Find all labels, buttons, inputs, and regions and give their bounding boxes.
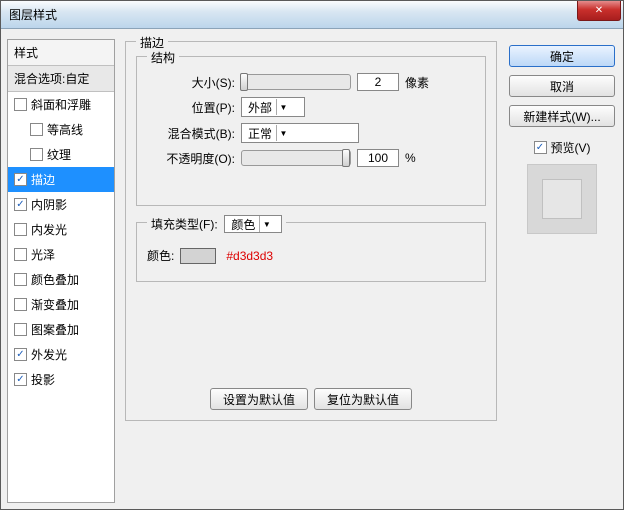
fill-type-combo[interactable]: 颜色 ▼ [224, 215, 282, 233]
sidebar-item-label: 投影 [31, 371, 55, 388]
window-title: 图层样式 [9, 6, 57, 23]
set-default-button[interactable]: 设置为默认值 [210, 388, 308, 410]
sidebar-item[interactable]: ✓ 内阴影 [8, 192, 114, 217]
checkbox[interactable]: ✓ [14, 348, 27, 361]
structure-label: 结构 [147, 49, 179, 66]
sidebar-item-label: 等高线 [47, 121, 83, 138]
sidebar-item-label: 纹理 [47, 146, 71, 163]
ok-button[interactable]: 确定 [509, 45, 615, 67]
size-unit: 像素 [405, 74, 429, 91]
chevron-down-icon: ▼ [259, 216, 273, 232]
size-input[interactable]: 2 [357, 73, 399, 91]
checkbox[interactable]: ✓ [14, 373, 27, 386]
sidebar-item[interactable]: 渐变叠加 [8, 292, 114, 317]
preview-label: 预览(V) [551, 139, 591, 156]
opacity-input[interactable]: 100 [357, 149, 399, 167]
color-swatch[interactable] [180, 248, 216, 264]
sidebar-item-label: 内阴影 [31, 196, 67, 213]
right-panel: 确定 取消 新建样式(W)... ✓ 预览(V) [507, 39, 617, 503]
blend-mode-combo[interactable]: 正常 ▼ [241, 123, 359, 143]
structure-group: 结构 大小(S): 2 像素 位置(P): 外部 ▼ [136, 56, 486, 206]
chevron-down-icon: ▼ [276, 125, 290, 141]
color-label: 颜色: [147, 247, 174, 264]
sidebar-item[interactable]: 图案叠加 [8, 317, 114, 342]
new-style-button[interactable]: 新建样式(W)... [509, 105, 615, 127]
sidebar-item-label: 颜色叠加 [31, 271, 79, 288]
checkbox[interactable] [14, 298, 27, 311]
styles-sidebar: 样式 混合选项:自定 斜面和浮雕等高线纹理 ✓ 描边 ✓ 内阴影内发光光泽颜色叠加渐变叠… [7, 39, 115, 503]
checkbox[interactable] [14, 223, 27, 236]
sidebar-item-label: 斜面和浮雕 [31, 96, 91, 113]
sidebar-item[interactable]: 内发光 [8, 217, 114, 242]
preview-swatch [542, 179, 582, 219]
sidebar-item-label: 描边 [31, 171, 55, 188]
sidebar-item-label: 图案叠加 [31, 321, 79, 338]
sidebar-item[interactable]: 光泽 [8, 242, 114, 267]
checkbox[interactable] [30, 123, 43, 136]
sidebar-item-label: 外发光 [31, 346, 67, 363]
blend-mode-label: 混合模式(B): [147, 125, 235, 142]
preview-box [527, 164, 597, 234]
stroke-group: 描边 结构 大小(S): 2 像素 位置(P): 外部 ▼ [125, 41, 497, 421]
sidebar-item[interactable]: ✓ 投影 [8, 367, 114, 392]
sidebar-item[interactable]: ✓ 外发光 [8, 342, 114, 367]
color-hex: #d3d3d3 [226, 249, 273, 263]
preview-checkbox[interactable]: ✓ [534, 141, 547, 154]
fill-group: 填充类型(F): 颜色 ▼ 颜色: #d3d3d3 [136, 222, 486, 282]
checkbox[interactable] [14, 248, 27, 261]
title-bar: 图层样式 ✕ [1, 1, 623, 29]
sidebar-item-label: 光泽 [31, 246, 55, 263]
size-label: 大小(S): [147, 74, 235, 91]
reset-default-button[interactable]: 复位为默认值 [314, 388, 412, 410]
checkbox[interactable] [14, 323, 27, 336]
opacity-unit: % [405, 151, 416, 165]
sidebar-header[interactable]: 样式 [8, 40, 114, 66]
sidebar-item[interactable]: 纹理 [8, 142, 114, 167]
checkbox[interactable] [14, 98, 27, 111]
position-combo[interactable]: 外部 ▼ [241, 97, 305, 117]
layer-style-dialog: 图层样式 ✕ 样式 混合选项:自定 斜面和浮雕等高线纹理 ✓ 描边 ✓ 内阴影内发光光泽… [0, 0, 624, 510]
checkbox[interactable] [14, 273, 27, 286]
sidebar-blend-options[interactable]: 混合选项:自定 [8, 66, 114, 92]
sidebar-item[interactable]: 斜面和浮雕 [8, 92, 114, 117]
main-panel: 描边 结构 大小(S): 2 像素 位置(P): 外部 ▼ [119, 39, 503, 503]
size-slider[interactable] [241, 74, 351, 90]
preview-toggle[interactable]: ✓ 预览(V) [534, 139, 591, 156]
sidebar-item[interactable]: ✓ 描边 [8, 167, 114, 192]
checkbox[interactable] [30, 148, 43, 161]
fill-group-label: 填充类型(F): 颜色 ▼ [147, 215, 286, 233]
checkbox[interactable]: ✓ [14, 198, 27, 211]
sidebar-item-label: 渐变叠加 [31, 296, 79, 313]
checkbox[interactable]: ✓ [14, 173, 27, 186]
opacity-slider[interactable] [241, 150, 351, 166]
close-button[interactable]: ✕ [577, 1, 621, 21]
position-label: 位置(P): [147, 99, 235, 116]
sidebar-item[interactable]: 等高线 [8, 117, 114, 142]
sidebar-item[interactable]: 颜色叠加 [8, 267, 114, 292]
opacity-label: 不透明度(O): [147, 150, 235, 167]
cancel-button[interactable]: 取消 [509, 75, 615, 97]
sidebar-item-label: 内发光 [31, 221, 67, 238]
chevron-down-icon: ▼ [276, 99, 290, 115]
